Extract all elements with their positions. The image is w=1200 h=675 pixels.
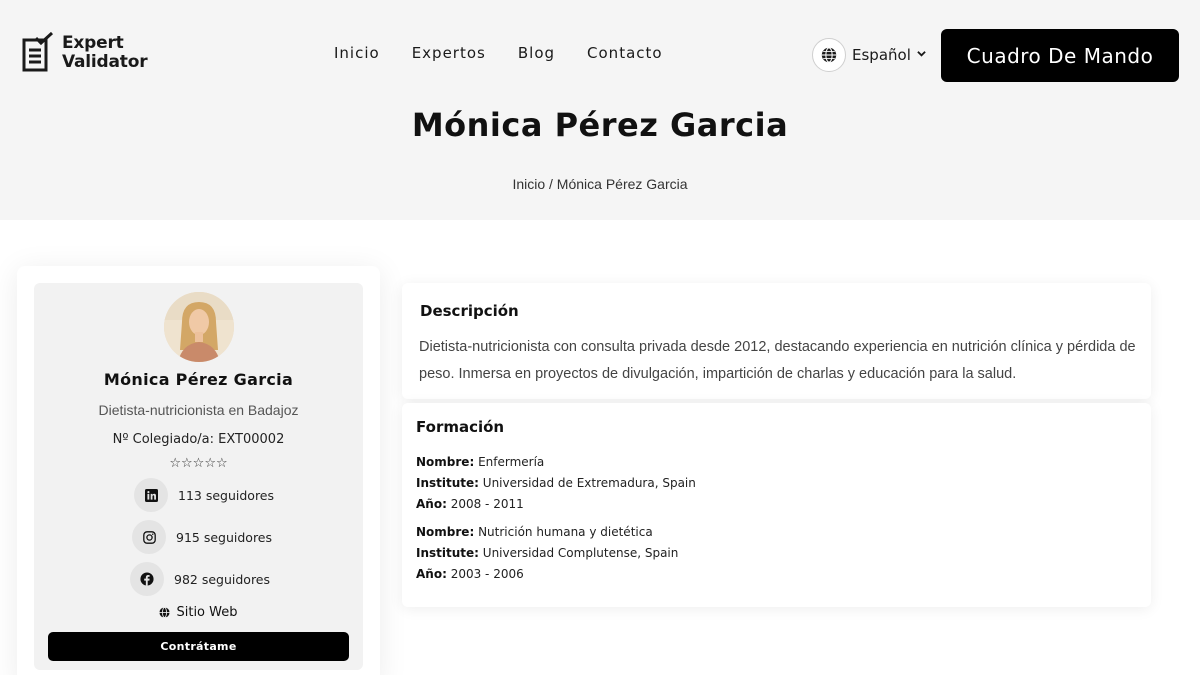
education-year: 2008 - 2011 [450,497,524,511]
education-institute: Universidad de Extremadura, Spain [482,476,696,490]
page-title: Mónica Pérez Garcia [411,106,789,144]
education-year: 2003 - 2006 [450,567,524,581]
avatar [164,292,234,362]
education-year-row: Año: 2008 - 2011 [416,497,524,511]
logo-line-1: Expert [62,33,124,53]
education-name: Nutrición humana y dietética [478,525,653,539]
chevron-down-icon [917,49,926,61]
instagram-followers: 915 seguidores [176,529,273,545]
logo[interactable]: Expert Validator [22,32,148,74]
profile-name: Mónica Pérez Garcia [103,370,294,389]
instagram-icon[interactable] [132,520,166,554]
social-facebook[interactable]: 982 seguidores [130,562,270,596]
education-institute-row: Institute: Universidad Complutense, Spai… [416,546,679,560]
description-text: Dietista-nutricionista con consulta priv… [419,339,1136,382]
profile-role: Dietista-nutricionista en Badajoz [98,402,299,418]
education-item: Nombre: Enfermería Institute: Universida… [416,452,696,515]
education-item: Nombre: Nutrición humana y dietética Ins… [416,522,678,585]
globe-icon [159,607,171,618]
language-label: Español [852,46,911,64]
language-selector[interactable]: Español [812,38,926,72]
main-nav: Inicio Expertos Blog Contacto [334,44,663,62]
clipboard-check-icon [22,32,54,72]
logo-line-2: Validator [62,52,148,72]
registration-number: Nº Colegiado/a: EXT00002 [112,432,285,447]
linkedin-icon[interactable] [134,478,168,512]
facebook-followers: 982 seguidores [174,571,271,587]
linkedin-followers: 113 seguidores [178,487,275,503]
description-title: Descripción [420,302,519,320]
website-link[interactable]: Sitio Web [34,605,363,620]
education-institute-row: Institute: Universidad de Extremadura, S… [416,476,696,490]
nav-inicio[interactable]: Inicio [334,44,380,62]
social-instagram[interactable]: 915 seguidores [132,520,272,554]
breadcrumb: Inicio / Mónica Pérez Garcia [512,176,688,192]
nav-expertos[interactable]: Expertos [412,44,486,62]
education-name: Enfermería [478,455,545,469]
facebook-icon[interactable] [130,562,164,596]
hire-button[interactable]: Contrátame [48,632,349,661]
social-linkedin[interactable]: 113 seguidores [134,478,274,512]
education-title: Formación [416,418,505,436]
education-institute: Universidad Complutense, Spain [482,546,679,560]
nav-blog[interactable]: Blog [518,44,555,62]
education-year-row: Año: 2003 - 2006 [416,567,524,581]
education-name-row: Nombre: Nutrición humana y dietética [416,525,653,539]
rating-stars: ☆☆☆☆☆ [169,456,228,471]
education-name-row: Nombre: Enfermería [416,455,545,469]
website-label[interactable]: Sitio Web [176,605,237,620]
dashboard-button[interactable]: Cuadro De Mando [941,29,1179,82]
globe-icon[interactable] [812,38,846,72]
nav-contacto[interactable]: Contacto [587,44,663,62]
